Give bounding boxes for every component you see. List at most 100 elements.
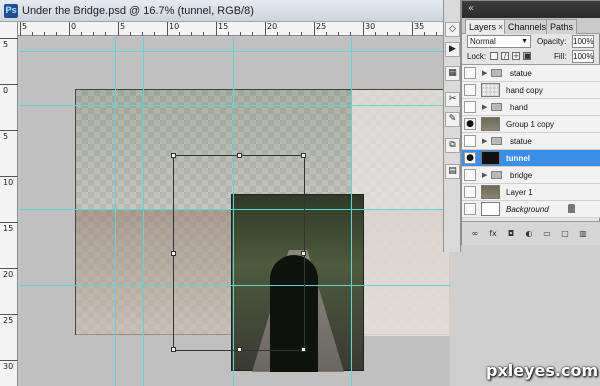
crop-icon[interactable]: ▦ <box>445 66 460 81</box>
panel-header[interactable]: « <box>462 1 600 18</box>
trash-icon[interactable]: ▥ <box>578 229 588 239</box>
transform-handle-top-right[interactable] <box>301 153 306 158</box>
blend-mode-select[interactable]: Normal ▼ <box>467 35 531 48</box>
layer-thumbnail[interactable] <box>481 185 500 199</box>
ruler-tick <box>69 22 70 36</box>
ruler-label: 0 <box>3 86 9 95</box>
brush-icon[interactable]: ✎ <box>445 112 460 127</box>
folder-icon[interactable]: ▭ <box>542 229 552 239</box>
transform-handle-bottom-right[interactable] <box>301 347 306 352</box>
tab-paths[interactable]: Paths <box>546 19 578 34</box>
panel-tabs: Layers × Channels Paths <box>462 18 600 34</box>
stamp-icon[interactable]: ⧉ <box>445 138 460 153</box>
guide-horizontal[interactable] <box>19 51 450 52</box>
ruler-minor-tick <box>154 32 155 36</box>
fx-icon[interactable]: fx <box>488 229 498 239</box>
expand-triangle-icon[interactable]: ▶ <box>482 102 487 112</box>
layer-thumbnail[interactable] <box>481 83 500 97</box>
layer-thumbnail[interactable] <box>481 202 500 216</box>
document-titlebar[interactable]: Ps Under the Bridge.psd @ 16.7% (tunnel,… <box>0 0 450 22</box>
blend-row: Normal ▼ Opacity: 100% <box>462 34 600 50</box>
tab-channels[interactable]: Channels <box>504 19 551 34</box>
transform-handle-bottom[interactable] <box>237 347 242 352</box>
layer-thumbnail[interactable] <box>481 117 500 131</box>
horizontal-ruler[interactable]: 5 0 5 10 15 20 25 30 35 <box>18 22 450 36</box>
lock-all-icon[interactable]: ■ <box>523 52 531 60</box>
transform-handle-top[interactable] <box>237 153 242 158</box>
layer-row[interactable]: ● tunnel <box>462 150 600 167</box>
layer-name: statue <box>510 69 532 78</box>
visibility-toggle[interactable] <box>464 169 476 181</box>
transform-handle-right[interactable] <box>301 251 306 256</box>
ruler-minor-tick <box>240 32 241 36</box>
vertical-ruler[interactable]: 5 0 5 10 15 20 25 30 <box>0 22 18 386</box>
visibility-toggle[interactable] <box>464 101 476 113</box>
guide-vertical[interactable] <box>351 37 352 386</box>
layer-row[interactable]: ▶ statue <box>462 133 600 150</box>
ruler-tick <box>0 84 18 85</box>
visibility-toggle[interactable] <box>464 84 476 96</box>
lock-position-icon[interactable]: + <box>512 52 520 60</box>
folder-icon <box>491 103 502 111</box>
ruler-tick <box>412 22 413 36</box>
layer-row[interactable]: ● Group 1 copy <box>462 116 600 133</box>
ruler-minor-tick <box>179 32 180 36</box>
expand-triangle-icon[interactable]: ▶ <box>482 68 487 78</box>
layer-row[interactable]: ▶ hand <box>462 99 600 116</box>
ruler-tick <box>0 360 18 361</box>
eye-icon[interactable]: ● <box>464 152 476 164</box>
expand-triangle-icon[interactable]: ▶ <box>482 136 487 146</box>
collapse-icon[interactable]: « <box>468 2 474 16</box>
layer-row[interactable]: Background <box>462 201 600 218</box>
play-icon[interactable]: ▶ <box>445 42 460 57</box>
lock-transparent-icon[interactable] <box>490 52 498 60</box>
visibility-toggle[interactable] <box>464 203 476 215</box>
transform-handle-left[interactable] <box>171 251 176 256</box>
layer-row[interactable]: ▶ statue <box>462 65 600 82</box>
guide-horizontal[interactable] <box>19 105 450 106</box>
layer-name: bridge <box>510 171 533 180</box>
ruler-minor-tick <box>252 32 253 36</box>
tab-layers[interactable]: Layers × <box>465 19 508 34</box>
ruler-minor-tick <box>93 32 94 36</box>
guide-vertical[interactable] <box>143 37 144 386</box>
canvas-area[interactable] <box>19 37 450 386</box>
transform-handle-top-left[interactable] <box>171 153 176 158</box>
adjustment-icon[interactable]: ◐ <box>524 229 534 239</box>
transform-handle-bottom-left[interactable] <box>171 347 176 352</box>
eye-icon[interactable]: ● <box>464 118 476 130</box>
mask-icon[interactable]: ◘ <box>506 229 516 239</box>
transform-bounding-box[interactable] <box>171 153 306 352</box>
visibility-toggle[interactable] <box>464 67 476 79</box>
layer-row[interactable]: Layer 1 <box>462 184 600 201</box>
pan-icon[interactable]: ◇ <box>445 22 460 37</box>
statue-layer <box>351 90 450 336</box>
lock-row: Lock: / + ■ Fill: 100% <box>462 49 600 65</box>
layer-row[interactable]: hand copy <box>462 82 600 99</box>
visibility-toggle[interactable] <box>464 135 476 147</box>
ruler-tick <box>0 176 18 177</box>
scissors-icon[interactable]: ✂ <box>445 92 460 107</box>
layer-thumbnail[interactable] <box>481 151 500 165</box>
chevron-down-icon: ▼ <box>521 38 528 45</box>
ruler-label: 0 <box>71 22 77 31</box>
ruler-tick <box>118 22 119 36</box>
layer-row[interactable]: ▶ bridge <box>462 167 600 184</box>
notes-icon[interactable]: ▤ <box>445 164 460 179</box>
lock-image-icon[interactable]: / <box>501 52 509 60</box>
ruler-tick <box>216 22 217 36</box>
layer-name: Layer 1 <box>506 188 533 197</box>
ruler-label: 10 <box>169 22 180 31</box>
new-layer-icon[interactable]: □ <box>560 229 570 239</box>
fill-label: Fill: <box>554 52 567 61</box>
opacity-input[interactable]: 100% <box>572 35 594 48</box>
visibility-toggle[interactable] <box>464 186 476 198</box>
expand-triangle-icon[interactable]: ▶ <box>482 170 487 180</box>
photoshop-icon: Ps <box>4 4 18 18</box>
guide-vertical[interactable] <box>115 37 116 386</box>
layers-list: ▶ statue hand copy ▶ hand ● Group 1 copy ▶ statu… <box>462 64 600 218</box>
fill-input[interactable]: 100% <box>572 50 594 63</box>
link-icon[interactable]: ∞ <box>470 229 480 239</box>
layer-name: Group 1 copy <box>506 120 555 129</box>
close-icon[interactable]: × <box>498 22 503 32</box>
